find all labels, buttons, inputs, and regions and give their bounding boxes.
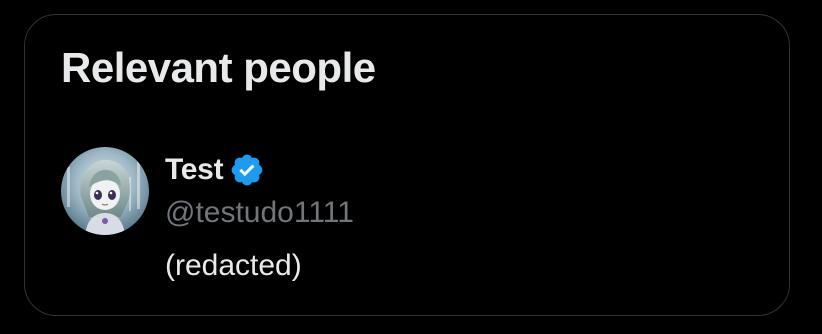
- card-title: Relevant people: [61, 44, 376, 91]
- verified-badge-icon: [229, 152, 265, 188]
- relevant-people-card: Relevant people Test @testudo1111 (redac…: [24, 14, 790, 316]
- display-name[interactable]: Test: [165, 153, 224, 187]
- name-line: Test: [165, 153, 265, 187]
- user-handle[interactable]: @testudo1111: [165, 196, 354, 230]
- avatar-image: [61, 147, 149, 235]
- person-list-item[interactable]: Test @testudo1111 (redacted): [61, 147, 751, 287]
- avatar[interactable]: [61, 147, 149, 235]
- user-bio: (redacted): [165, 249, 302, 282]
